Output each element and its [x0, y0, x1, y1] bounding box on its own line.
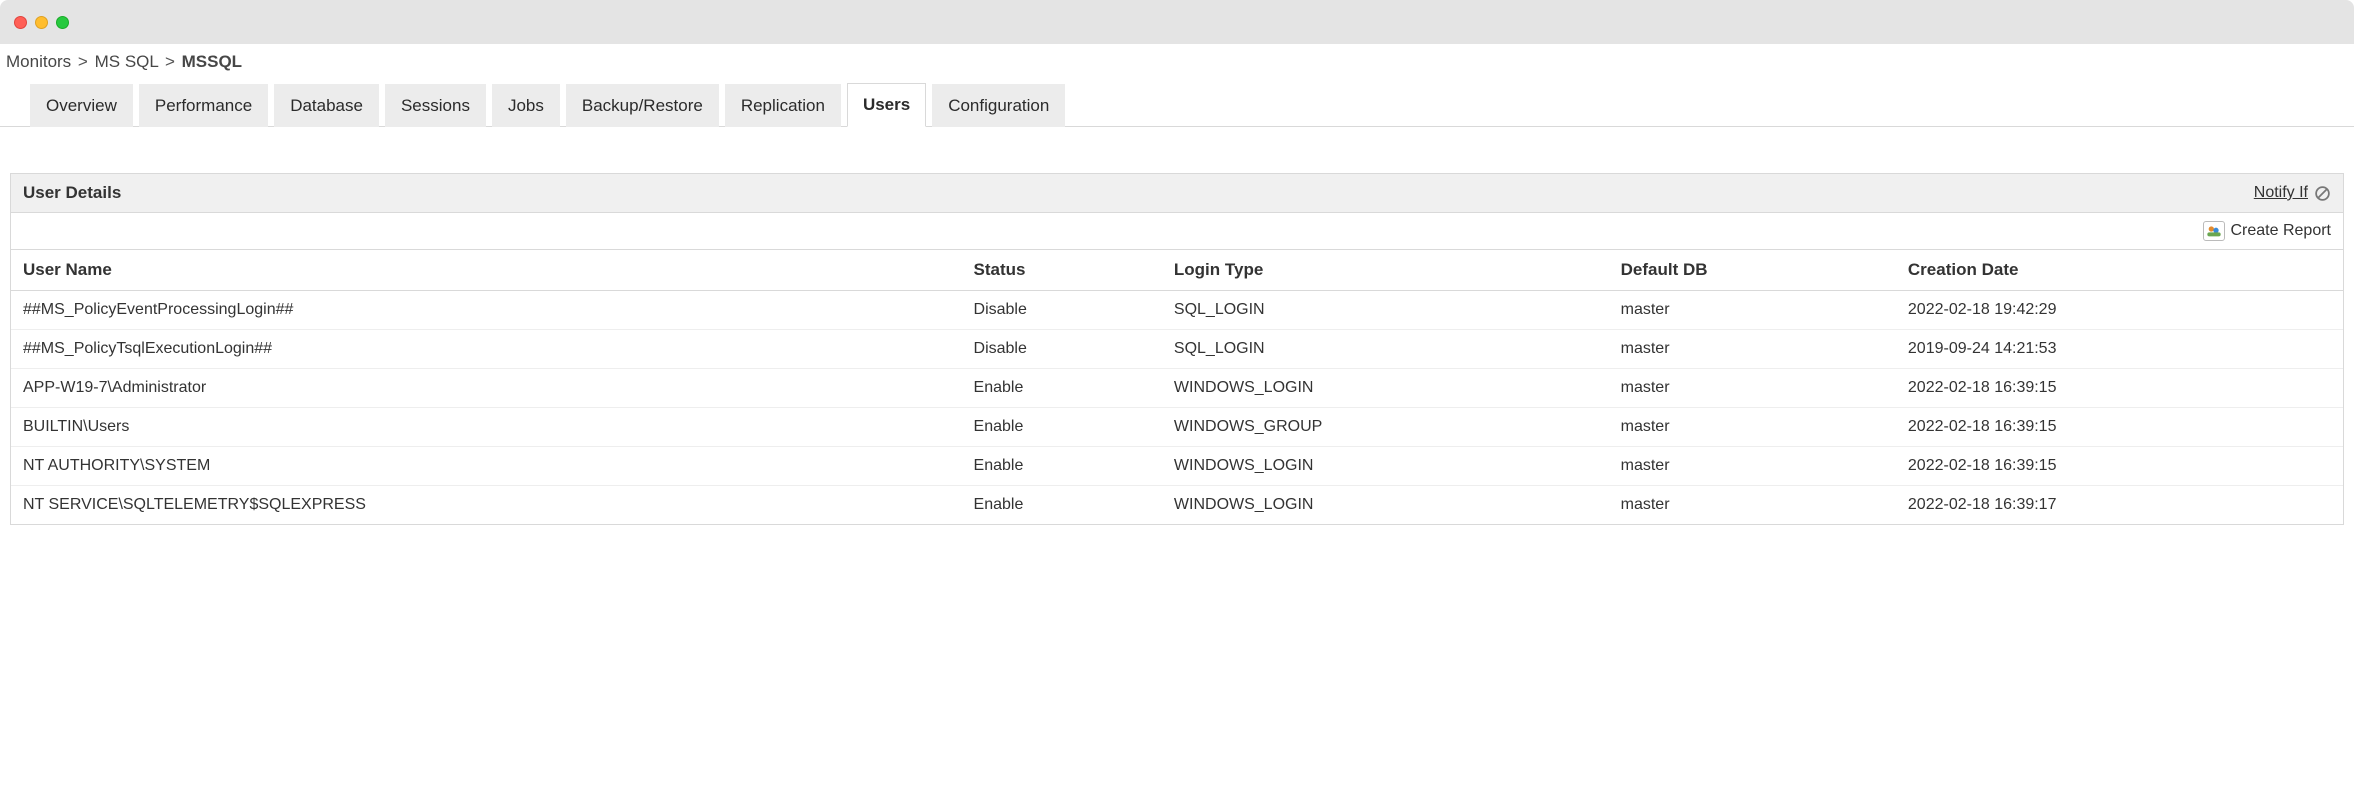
cell-default-db: master	[1609, 408, 1896, 447]
cell-login-type: WINDOWS_LOGIN	[1162, 369, 1609, 408]
cell-status: Enable	[962, 486, 1162, 525]
column-header[interactable]: Default DB	[1609, 250, 1896, 291]
tab-replication[interactable]: Replication	[725, 84, 841, 127]
cell-default-db: master	[1609, 330, 1896, 369]
cell-status: Enable	[962, 369, 1162, 408]
cell-user-name: BUILTIN\Users	[11, 408, 962, 447]
report-icon	[2203, 221, 2225, 241]
table-row: ##MS_PolicyTsqlExecutionLogin##DisableSQ…	[11, 330, 2343, 369]
cell-login-type: SQL_LOGIN	[1162, 291, 1609, 330]
cell-creation-date: 2022-02-18 16:39:17	[1896, 486, 2343, 525]
user-details-panel: User Details Notify If Create Report Use…	[10, 173, 2344, 525]
tab-overview[interactable]: Overview	[30, 84, 133, 127]
cell-status: Enable	[962, 408, 1162, 447]
create-report-label: Create Report	[2231, 222, 2332, 240]
notify-if-label: Notify If	[2254, 184, 2308, 202]
cell-user-name: APP-W19-7\Administrator	[11, 369, 962, 408]
breadcrumb-link-mssql[interactable]: MS SQL	[95, 52, 159, 71]
breadcrumb-link-monitors[interactable]: Monitors	[6, 52, 71, 71]
notify-if-link[interactable]: Notify If	[2254, 184, 2331, 202]
cell-login-type: WINDOWS_GROUP	[1162, 408, 1609, 447]
cell-creation-date: 2022-02-18 16:39:15	[1896, 408, 2343, 447]
tab-configuration[interactable]: Configuration	[932, 84, 1065, 127]
cell-default-db: master	[1609, 291, 1896, 330]
cell-creation-date: 2022-02-18 19:42:29	[1896, 291, 2343, 330]
breadcrumb-separator: >	[76, 52, 90, 71]
cell-status: Disable	[962, 291, 1162, 330]
cell-login-type: WINDOWS_LOGIN	[1162, 447, 1609, 486]
cell-creation-date: 2022-02-18 16:39:15	[1896, 447, 2343, 486]
cell-default-db: master	[1609, 486, 1896, 525]
cell-login-type: WINDOWS_LOGIN	[1162, 486, 1609, 525]
tab-performance[interactable]: Performance	[139, 84, 268, 127]
breadcrumb: Monitors > MS SQL > MSSQL	[0, 44, 2354, 82]
tab-users[interactable]: Users	[847, 83, 926, 127]
window-maximize-button[interactable]	[56, 16, 69, 29]
disabled-icon	[2314, 185, 2331, 202]
cell-status: Enable	[962, 447, 1162, 486]
cell-user-name: NT SERVICE\SQLTELEMETRY$SQLEXPRESS	[11, 486, 962, 525]
cell-login-type: SQL_LOGIN	[1162, 330, 1609, 369]
cell-default-db: master	[1609, 447, 1896, 486]
table-row: NT SERVICE\SQLTELEMETRY$SQLEXPRESSEnable…	[11, 486, 2343, 525]
cell-creation-date: 2019-09-24 14:21:53	[1896, 330, 2343, 369]
window-close-button[interactable]	[14, 16, 27, 29]
tab-sessions[interactable]: Sessions	[385, 84, 486, 127]
tabs-bar: OverviewPerformanceDatabaseSessionsJobsB…	[0, 82, 2354, 127]
breadcrumb-separator: >	[163, 52, 177, 71]
column-header[interactable]: Status	[962, 250, 1162, 291]
column-header[interactable]: Login Type	[1162, 250, 1609, 291]
table-row: APP-W19-7\AdministratorEnableWINDOWS_LOG…	[11, 369, 2343, 408]
cell-default-db: master	[1609, 369, 1896, 408]
cell-creation-date: 2022-02-18 16:39:15	[1896, 369, 2343, 408]
table-row: NT AUTHORITY\SYSTEMEnableWINDOWS_LOGINma…	[11, 447, 2343, 486]
table-row: ##MS_PolicyEventProcessingLogin##Disable…	[11, 291, 2343, 330]
cell-status: Disable	[962, 330, 1162, 369]
column-header[interactable]: Creation Date	[1896, 250, 2343, 291]
tab-database[interactable]: Database	[274, 84, 379, 127]
tab-backup-restore[interactable]: Backup/Restore	[566, 84, 719, 127]
panel-title: User Details	[23, 183, 121, 203]
cell-user-name: ##MS_PolicyEventProcessingLogin##	[11, 291, 962, 330]
cell-user-name: NT AUTHORITY\SYSTEM	[11, 447, 962, 486]
create-report-button[interactable]: Create Report	[2203, 221, 2332, 241]
user-details-table: User NameStatusLogin TypeDefault DBCreat…	[11, 249, 2343, 524]
panel-toolbar: Create Report	[11, 213, 2343, 249]
window-titlebar	[0, 0, 2354, 44]
window-minimize-button[interactable]	[35, 16, 48, 29]
tab-jobs[interactable]: Jobs	[492, 84, 560, 127]
breadcrumb-current: MSSQL	[182, 52, 242, 71]
table-row: BUILTIN\UsersEnableWINDOWS_GROUPmaster20…	[11, 408, 2343, 447]
column-header[interactable]: User Name	[11, 250, 962, 291]
panel-header: User Details Notify If	[11, 174, 2343, 213]
cell-user-name: ##MS_PolicyTsqlExecutionLogin##	[11, 330, 962, 369]
